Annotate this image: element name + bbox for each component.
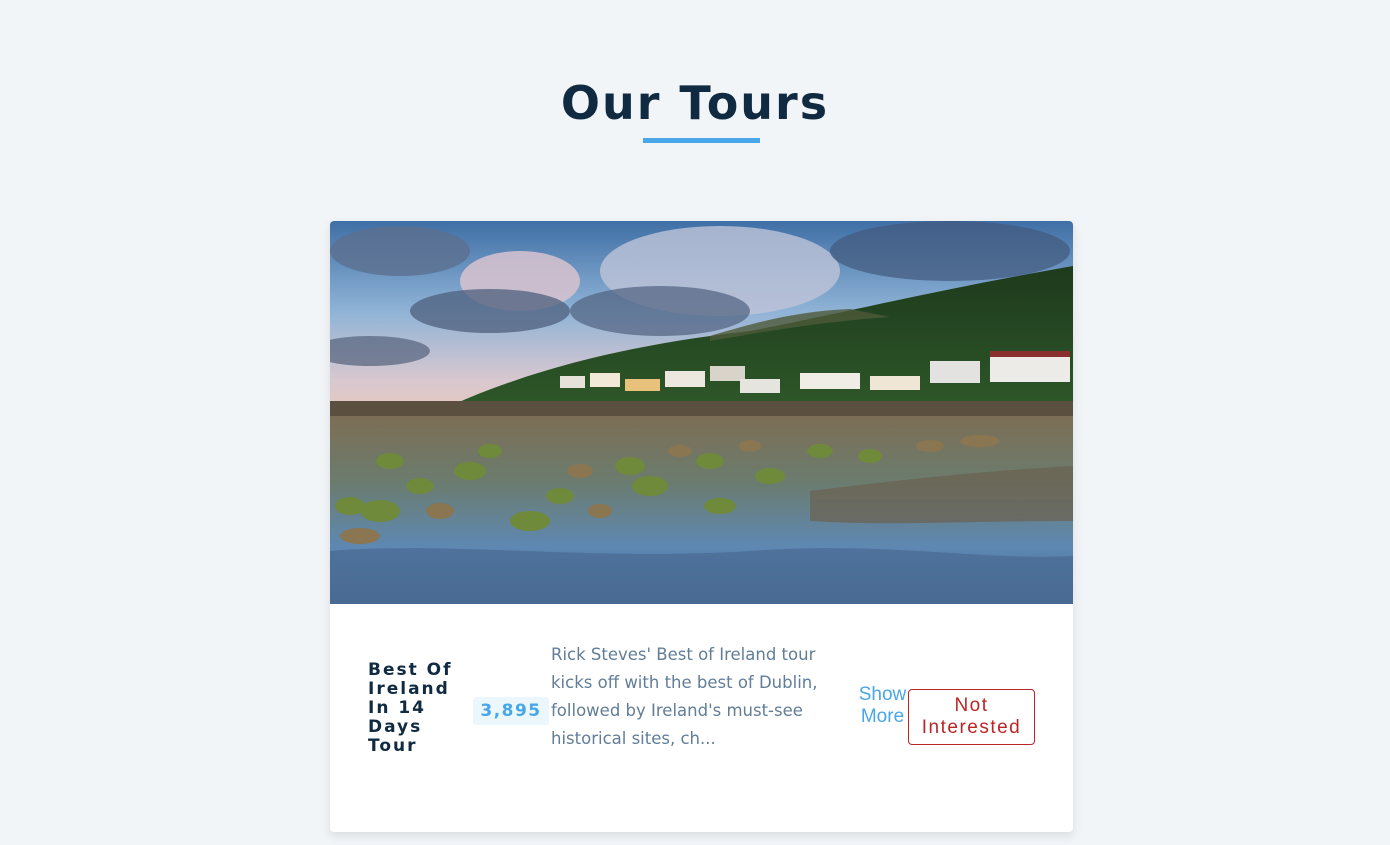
tour-info: Best Of Ireland In 14 Days Tour 3,895 Ri… [330,604,1073,832]
tour-image [330,221,1073,604]
section-title: Our Tours [560,76,830,130]
show-more-button[interactable]: Show More [854,684,911,728]
tour-description: Rick Steves' Best of Ireland tour kicks … [551,645,818,748]
not-interested-button[interactable]: Not Interested [908,689,1035,745]
title-underline [643,138,760,143]
tours-page: Our Tours Best Of Ireland In 14 Days Tou… [0,0,1390,845]
section-title-wrap: Our Tours [0,72,1390,134]
tour-price: 3,895 [473,697,549,725]
tour-name: Best Of Ireland In 14 Days Tour [368,660,453,756]
tour-card: Best Of Ireland In 14 Days Tour 3,895 Ri… [330,221,1073,832]
